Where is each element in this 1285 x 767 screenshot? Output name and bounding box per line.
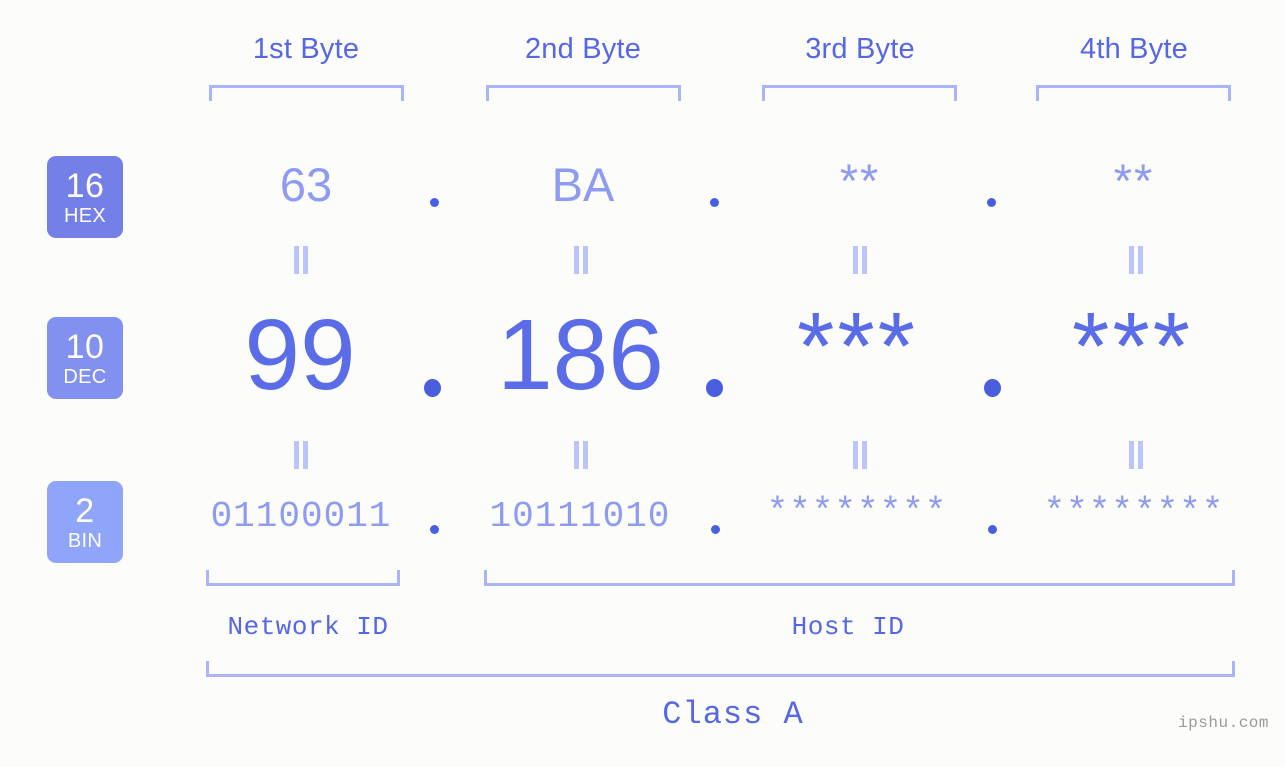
dec-byte-4: *** [1030,288,1235,406]
hex-byte-2: BA [483,156,683,214]
equals-marker-hex-dec-1 [293,246,309,274]
base-badge-hex-name: HEX [64,206,106,226]
byte-header-4: 4th Byte [1034,33,1234,66]
bin-separator-3 [988,525,997,534]
byte-bracket-top-1 [209,85,404,101]
equals-marker-dec-bin-4 [1128,441,1144,469]
bin-byte-2: 10111010 [480,494,680,540]
byte-bracket-top-3 [762,85,957,101]
host-id-label: Host ID [745,612,951,642]
byte-header-3: 3rd Byte [760,33,960,66]
equals-marker-hex-dec-3 [852,246,868,274]
equals-marker-hex-dec-2 [573,246,589,274]
bin-separator-1 [430,525,439,534]
base-badge-bin-number: 2 [75,494,94,528]
hex-separator-1 [430,198,439,207]
hex-separator-3 [987,198,996,207]
dec-separator-3 [984,379,1001,397]
ip-address-breakdown-diagram: 1st Byte 2nd Byte 3rd Byte 4th Byte 16 H… [0,0,1285,767]
equals-marker-dec-bin-2 [573,441,589,469]
bin-byte-3: ******** [757,490,957,536]
hex-separator-2 [710,198,719,207]
dec-byte-3: *** [755,288,960,406]
dec-byte-2: 186 [478,296,683,414]
base-badge-dec-name: DEC [63,367,106,387]
byte-bracket-top-4 [1036,85,1231,101]
byte-header-1: 1st Byte [206,33,406,66]
equals-marker-hex-dec-4 [1128,246,1144,274]
base-badge-bin-name: BIN [68,531,102,551]
dec-separator-2 [706,379,723,397]
bin-byte-1: 01100011 [201,494,401,540]
byte-bracket-top-2 [486,85,681,101]
bin-separator-2 [711,525,720,534]
hex-byte-3: ** [760,152,960,210]
base-badge-hex-number: 16 [66,169,105,203]
hex-byte-4: ** [1034,152,1234,210]
bin-byte-4: ******** [1034,490,1234,536]
equals-marker-dec-bin-3 [852,441,868,469]
dec-byte-1: 99 [200,296,400,414]
network-id-label: Network ID [205,612,411,642]
class-label: Class A [630,696,836,733]
byte-header-2: 2nd Byte [483,33,683,66]
base-badge-hex: 16 HEX [47,156,123,238]
equals-marker-dec-bin-1 [293,441,309,469]
host-id-bracket [484,570,1235,586]
site-watermark: ipshu.com [1178,714,1269,732]
class-bracket [206,661,1235,677]
base-badge-dec: 10 DEC [47,317,123,399]
base-badge-dec-number: 10 [66,330,105,364]
base-badge-bin: 2 BIN [47,481,123,563]
dec-separator-1 [424,379,441,397]
hex-byte-1: 63 [206,156,406,214]
network-id-bracket [206,570,400,586]
